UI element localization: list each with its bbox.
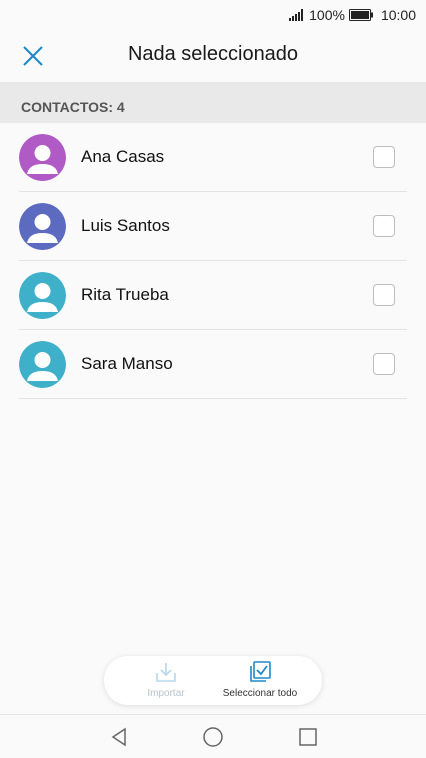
contact-name: Luis Santos <box>81 216 170 235</box>
recents-icon <box>299 728 317 746</box>
clock: 10:00 <box>380 7 416 23</box>
avatar <box>19 203 66 250</box>
contact-name: Sara Manso <box>81 354 173 373</box>
contact-name: Ana Casas <box>81 147 165 166</box>
home-icon <box>203 727 223 747</box>
avatar <box>19 134 66 181</box>
person-icon <box>19 341 66 388</box>
avatar <box>19 272 66 319</box>
back-icon <box>111 727 126 747</box>
import-button[interactable]: Importar <box>116 660 216 699</box>
contact-row[interactable]: Ana Casas <box>0 123 426 192</box>
avatar <box>19 341 66 388</box>
contact-checkbox[interactable] <box>373 146 395 168</box>
person-icon <box>19 134 66 181</box>
recents-button[interactable] <box>296 725 320 749</box>
contact-checkbox[interactable] <box>373 215 395 237</box>
home-button[interactable] <box>201 725 225 749</box>
person-icon <box>19 272 66 319</box>
system-navigation-bar <box>0 714 426 758</box>
select-all-button[interactable]: Seleccionar todo <box>210 660 310 699</box>
battery-icon <box>348 9 373 21</box>
app-bar: Nada seleccionado <box>0 30 426 83</box>
contact-row[interactable]: Rita Trueba <box>0 261 426 330</box>
contact-row[interactable]: Luis Santos <box>0 192 426 261</box>
select-all-icon <box>250 661 271 682</box>
battery-percent: 100% <box>309 7 345 23</box>
status-bar-right: 100% 10:00 <box>289 7 416 23</box>
bottom-action-bar: Importar Seleccionar todo <box>104 656 322 705</box>
contacts-count-label: CONTACTOS: 4 <box>21 99 125 115</box>
contacts-count-header: CONTACTOS: 4 <box>0 83 426 123</box>
status-bar: 100% 10:00 <box>0 0 426 30</box>
contact-name: Rita Trueba <box>81 285 169 304</box>
contact-checkbox[interactable] <box>373 284 395 306</box>
person-icon <box>19 203 66 250</box>
page-title: Nada seleccionado <box>127 43 299 65</box>
import-icon <box>156 663 176 682</box>
back-button[interactable] <box>107 725 131 749</box>
contact-list: Ana Casas Luis Santos Rita Trueba Sara M… <box>0 123 426 399</box>
import-label: Importar <box>147 688 185 699</box>
select-all-label: Seleccionar todo <box>222 688 298 699</box>
contact-checkbox[interactable] <box>373 353 395 375</box>
signal-icon <box>289 9 304 21</box>
contact-row[interactable]: Sara Manso <box>0 330 426 399</box>
